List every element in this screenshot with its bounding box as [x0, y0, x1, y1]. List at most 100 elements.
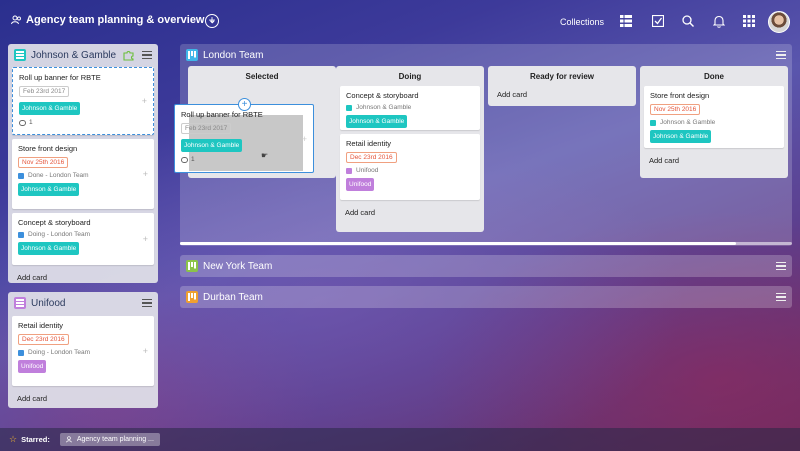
due-date-badge: Dec 23rd 2016: [346, 152, 397, 163]
client-label[interactable]: Johnson & Gamble: [18, 242, 80, 255]
starred-item-label: Agency team planning ...: [76, 436, 154, 443]
client-label[interactable]: Unifood: [18, 360, 47, 373]
card-title: Concept & storyboard: [18, 218, 91, 227]
group-header: Unifood: [8, 292, 158, 314]
dragged-card[interactable]: Roll up banner for RBTE Feb 23rd 2017 Jo…: [174, 104, 314, 173]
add-card-button[interactable]: Add card: [336, 204, 484, 225]
add-card-button[interactable]: Add card: [8, 390, 158, 411]
board-title: Durban Team: [203, 291, 263, 303]
comment-count-value: 1: [29, 119, 33, 126]
client-color-icon: [650, 119, 656, 126]
card-client: Johnson & Gamble: [346, 104, 474, 111]
add-icon[interactable]: +: [143, 169, 148, 179]
scrollbar-thumb[interactable]: [180, 242, 736, 245]
add-icon[interactable]: +: [143, 234, 148, 244]
menu-icon[interactable]: [776, 51, 786, 59]
apps-icon[interactable]: [742, 14, 756, 28]
status-text: Doing - London Team: [28, 231, 91, 238]
starred-bar: ☆ Starred: Agency team planning ...: [0, 428, 800, 451]
kanban-icon: [186, 260, 198, 272]
starred-item[interactable]: Agency team planning ...: [59, 433, 160, 446]
card-concept-storyboard[interactable]: Concept & storyboard Doing - London Team…: [12, 213, 154, 265]
card-drag-placeholder[interactable]: Roll up banner for RBTE Feb 23rd 2017 Jo…: [12, 67, 154, 135]
add-card-button[interactable]: Add card: [8, 269, 158, 290]
board-header: London Team: [180, 44, 792, 66]
card-store-front-design[interactable]: Store front design Nov 25th 2016 Johnson…: [644, 86, 784, 148]
board-title: New York Team: [203, 260, 273, 272]
status-color-icon: [18, 349, 24, 356]
list-title: Doing: [398, 72, 422, 81]
board-new-york-team[interactable]: New York Team: [180, 255, 792, 277]
card-status: Done - London Team: [18, 172, 148, 179]
status-text: Done - London Team: [28, 172, 89, 179]
add-card-button[interactable]: Add card: [488, 86, 636, 107]
group-title: Unifood: [31, 297, 66, 309]
add-icon: +: [301, 133, 307, 144]
people-icon: [65, 436, 74, 443]
add-icon[interactable]: +: [143, 346, 148, 356]
bell-icon[interactable]: [712, 14, 726, 28]
client-color-icon: [346, 167, 352, 174]
due-date-badge: Feb 23rd 2017: [19, 86, 70, 97]
grid-view-icon[interactable]: [619, 14, 633, 28]
client-text: Johnson & Gamble: [660, 119, 716, 126]
card-concept-storyboard[interactable]: Concept & storyboard Johnson & Gamble Jo…: [340, 86, 480, 130]
menu-icon[interactable]: [776, 293, 786, 301]
puzzle-icon[interactable]: [123, 50, 134, 61]
checklist-icon[interactable]: [651, 14, 665, 28]
avatar[interactable]: [768, 11, 790, 33]
group-unifood: Unifood Retail identity Dec 23rd 2016 Do…: [8, 292, 158, 408]
comment-count-value: 1: [191, 156, 195, 163]
card-title: Roll up banner for RBTE: [181, 110, 263, 119]
board-scrollbar[interactable]: [180, 242, 792, 245]
list-title: Ready for review: [529, 72, 595, 81]
menu-icon[interactable]: [142, 51, 152, 59]
status-color-icon: [18, 172, 24, 179]
people-icon: [10, 14, 22, 26]
due-date-badge: Nov 25th 2016: [650, 104, 701, 115]
card-status: Doing - London Team: [18, 231, 148, 238]
due-date-badge: Nov 25th 2016: [18, 157, 69, 168]
table-icon: [14, 49, 26, 61]
add-circle-icon[interactable]: +: [205, 14, 219, 28]
add-icon[interactable]: +: [142, 96, 147, 106]
card-title: Store front design: [650, 91, 710, 100]
card-retail-identity[interactable]: Retail identity Dec 23rd 2016 Unifood Un…: [340, 134, 480, 200]
list-doing: Doing Concept & storyboard Johnson & Gam…: [336, 66, 484, 232]
card-title: Store front design: [18, 144, 78, 153]
client-label[interactable]: Johnson & Gamble: [650, 130, 712, 143]
client-color-icon: [346, 104, 352, 111]
status-color-icon: [18, 231, 24, 238]
client-label[interactable]: Johnson & Gamble: [18, 183, 80, 196]
card-store-front-design[interactable]: Store front design Nov 25th 2016 Done - …: [12, 139, 154, 209]
status-text: Doing - London Team: [28, 349, 91, 356]
kanban-icon: [186, 291, 198, 303]
client-label[interactable]: Johnson & Gamble: [19, 102, 81, 115]
group-header: Johnson & Gamble: [8, 44, 158, 66]
menu-icon[interactable]: [142, 299, 152, 307]
collections-link[interactable]: Collections: [560, 17, 604, 27]
list-done: Done Store front design Nov 25th 2016 Jo…: [640, 66, 788, 178]
card-client: Unifood: [346, 167, 474, 174]
add-card-button[interactable]: Add card: [640, 152, 788, 173]
card-client: Johnson & Gamble: [650, 119, 778, 126]
client-label[interactable]: Johnson & Gamble: [346, 115, 408, 128]
card-title: Retail identity: [18, 321, 64, 330]
list-ready-for-review: Ready for review Add card: [488, 66, 636, 106]
add-circle-icon[interactable]: +: [238, 98, 251, 111]
client-label[interactable]: Unifood: [346, 178, 375, 191]
menu-icon[interactable]: [776, 262, 786, 270]
group-title: Johnson & Gamble: [31, 49, 117, 61]
top-bar: Agency team planning & overview ⌄ + Coll…: [0, 0, 800, 44]
board-title-menu[interactable]: Agency team planning & overview ⌄: [10, 14, 216, 26]
table-icon: [14, 297, 26, 309]
card-retail-identity[interactable]: Retail identity Dec 23rd 2016 Doing - Lo…: [12, 316, 154, 386]
board-durban-team[interactable]: Durban Team: [180, 286, 792, 308]
card-title: Concept & storyboard: [346, 91, 419, 100]
comment-icon: [181, 156, 188, 163]
card-title: Roll up banner for RBTE: [19, 73, 101, 82]
comment-icon: [19, 119, 26, 126]
search-icon[interactable]: [681, 14, 695, 28]
group-johnson-gamble: Johnson & Gamble Roll up banner for RBTE…: [8, 44, 158, 283]
cursor-icon: ☛: [261, 151, 269, 160]
